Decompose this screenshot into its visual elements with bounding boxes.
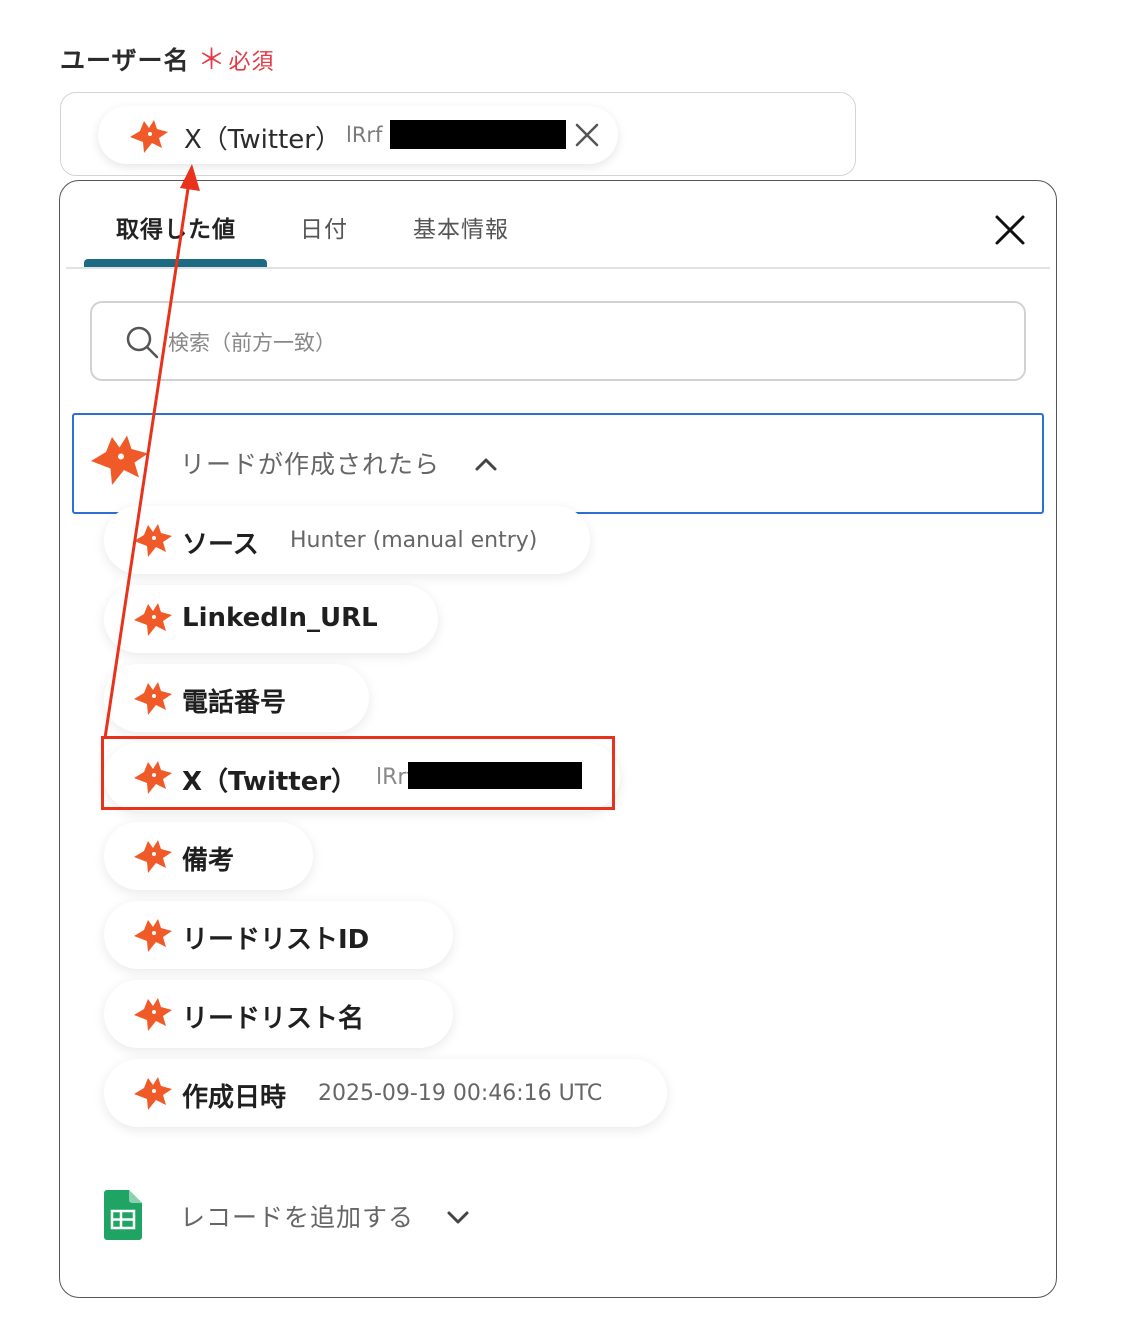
- hunter-fox-icon: [132, 523, 176, 563]
- close-icon[interactable]: [992, 212, 1028, 248]
- item-label: リードリストID: [182, 925, 370, 955]
- list-item[interactable]: リードリスト名: [104, 980, 453, 1048]
- list-item[interactable]: LinkedIn_URL: [104, 585, 438, 653]
- chip-name: X（Twitter）: [184, 125, 341, 155]
- chevron-up-icon[interactable]: [474, 452, 498, 480]
- field-label: ユーザー名 ＊必須: [60, 38, 275, 78]
- list-item[interactable]: ソース Hunter (manual entry): [104, 506, 590, 574]
- item-label: LinkedIn_URL: [182, 603, 378, 633]
- required-asterisk: ＊: [197, 43, 227, 76]
- tab-fetched-values[interactable]: 取得した値: [116, 210, 236, 244]
- google-sheets-icon: [104, 1190, 142, 1244]
- close-icon[interactable]: [572, 120, 602, 150]
- hunter-fox-icon: [132, 997, 176, 1037]
- hunter-fox-icon: [132, 602, 176, 642]
- item-label: 備考: [182, 846, 235, 876]
- hunter-fox-icon: [132, 918, 176, 958]
- chip-value: lRrf: [346, 123, 383, 147]
- selected-value-chip[interactable]: X（Twitter） lRrf: [98, 106, 618, 164]
- group-title: リードが作成されたら: [180, 450, 441, 479]
- hunter-fox-icon: [132, 1076, 176, 1116]
- hunter-fox-icon: [88, 432, 154, 494]
- list-item[interactable]: 電話番号: [104, 664, 369, 732]
- list-item[interactable]: 備考: [104, 822, 313, 890]
- item-value: Hunter (manual entry): [290, 528, 538, 553]
- redaction-bar: [390, 120, 566, 149]
- hunter-fox-icon: [132, 839, 176, 879]
- item-label: 電話番号: [182, 688, 287, 718]
- active-tab-indicator: [84, 259, 267, 267]
- item-label: 作成日時: [182, 1083, 287, 1113]
- list-item[interactable]: 作成日時 2025-09-19 00:46:16 UTC: [104, 1059, 667, 1127]
- item-value: 2025-09-19 00:46:16 UTC: [318, 1081, 603, 1106]
- annotation-highlight-box: [101, 736, 615, 810]
- field-label-text: ユーザー名: [60, 46, 190, 75]
- search-input[interactable]: [166, 322, 990, 364]
- item-label: リードリスト名: [182, 1004, 365, 1034]
- hunter-fox-icon: [128, 119, 172, 159]
- group-title[interactable]: レコードを追加する: [180, 1198, 414, 1234]
- tab-date[interactable]: 日付: [300, 210, 348, 244]
- required-text: 必須: [228, 50, 275, 75]
- hunter-fox-icon: [132, 681, 176, 721]
- tab-basic-info[interactable]: 基本情報: [413, 210, 509, 244]
- tab-divider: [66, 267, 1050, 269]
- search-icon: [124, 324, 160, 364]
- chevron-down-icon[interactable]: [446, 1205, 470, 1233]
- list-item[interactable]: リードリストID: [104, 901, 453, 969]
- item-label: ソース: [182, 530, 259, 560]
